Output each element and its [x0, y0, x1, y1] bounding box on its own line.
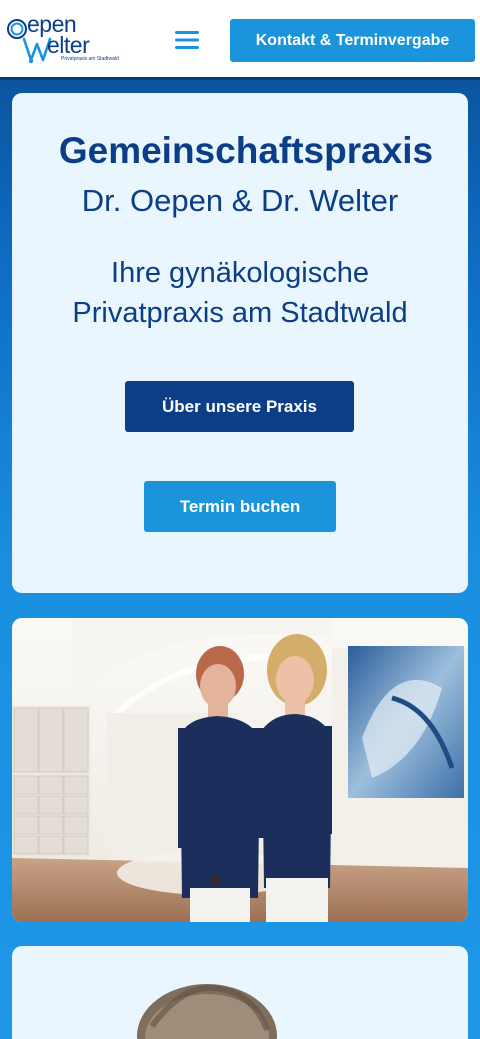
site-header: epen elter Privatpraxis am Stadtwald Kon…	[0, 0, 480, 80]
hero-card: Gemeinschaftspraxis Dr. Oepen & Dr. Welt…	[12, 93, 468, 593]
doctor-card	[12, 946, 468, 1039]
hero-subtitle: Dr. Oepen & Dr. Welter	[81, 183, 399, 218]
logo-tagline: Privatpraxis am Stadtwald	[61, 56, 119, 62]
book-appointment-button[interactable]: Termin buchen	[144, 481, 336, 532]
hero-tagline: Ihre gynäkologische Privatpraxis am Stad…	[12, 253, 468, 333]
page-title: Gemeinschaftspraxis	[58, 130, 434, 171]
doctor-portrait	[137, 984, 277, 1039]
menu-button[interactable]	[170, 24, 204, 56]
contact-button[interactable]: Kontakt & Terminvergabe	[230, 19, 475, 62]
site-logo[interactable]: epen elter Privatpraxis am Stadtwald	[5, 13, 119, 66]
hero-tagline-line2: Privatpraxis am Stadtwald	[72, 297, 408, 329]
hamburger-menu-icon	[175, 31, 199, 49]
team-photo	[12, 618, 468, 922]
team-photo-illustration	[12, 618, 468, 922]
hero-tagline-line1: Ihre gynäkologische	[111, 257, 369, 289]
logo-word-2: elter	[47, 32, 90, 58]
about-practice-button[interactable]: Über unsere Praxis	[125, 381, 354, 432]
